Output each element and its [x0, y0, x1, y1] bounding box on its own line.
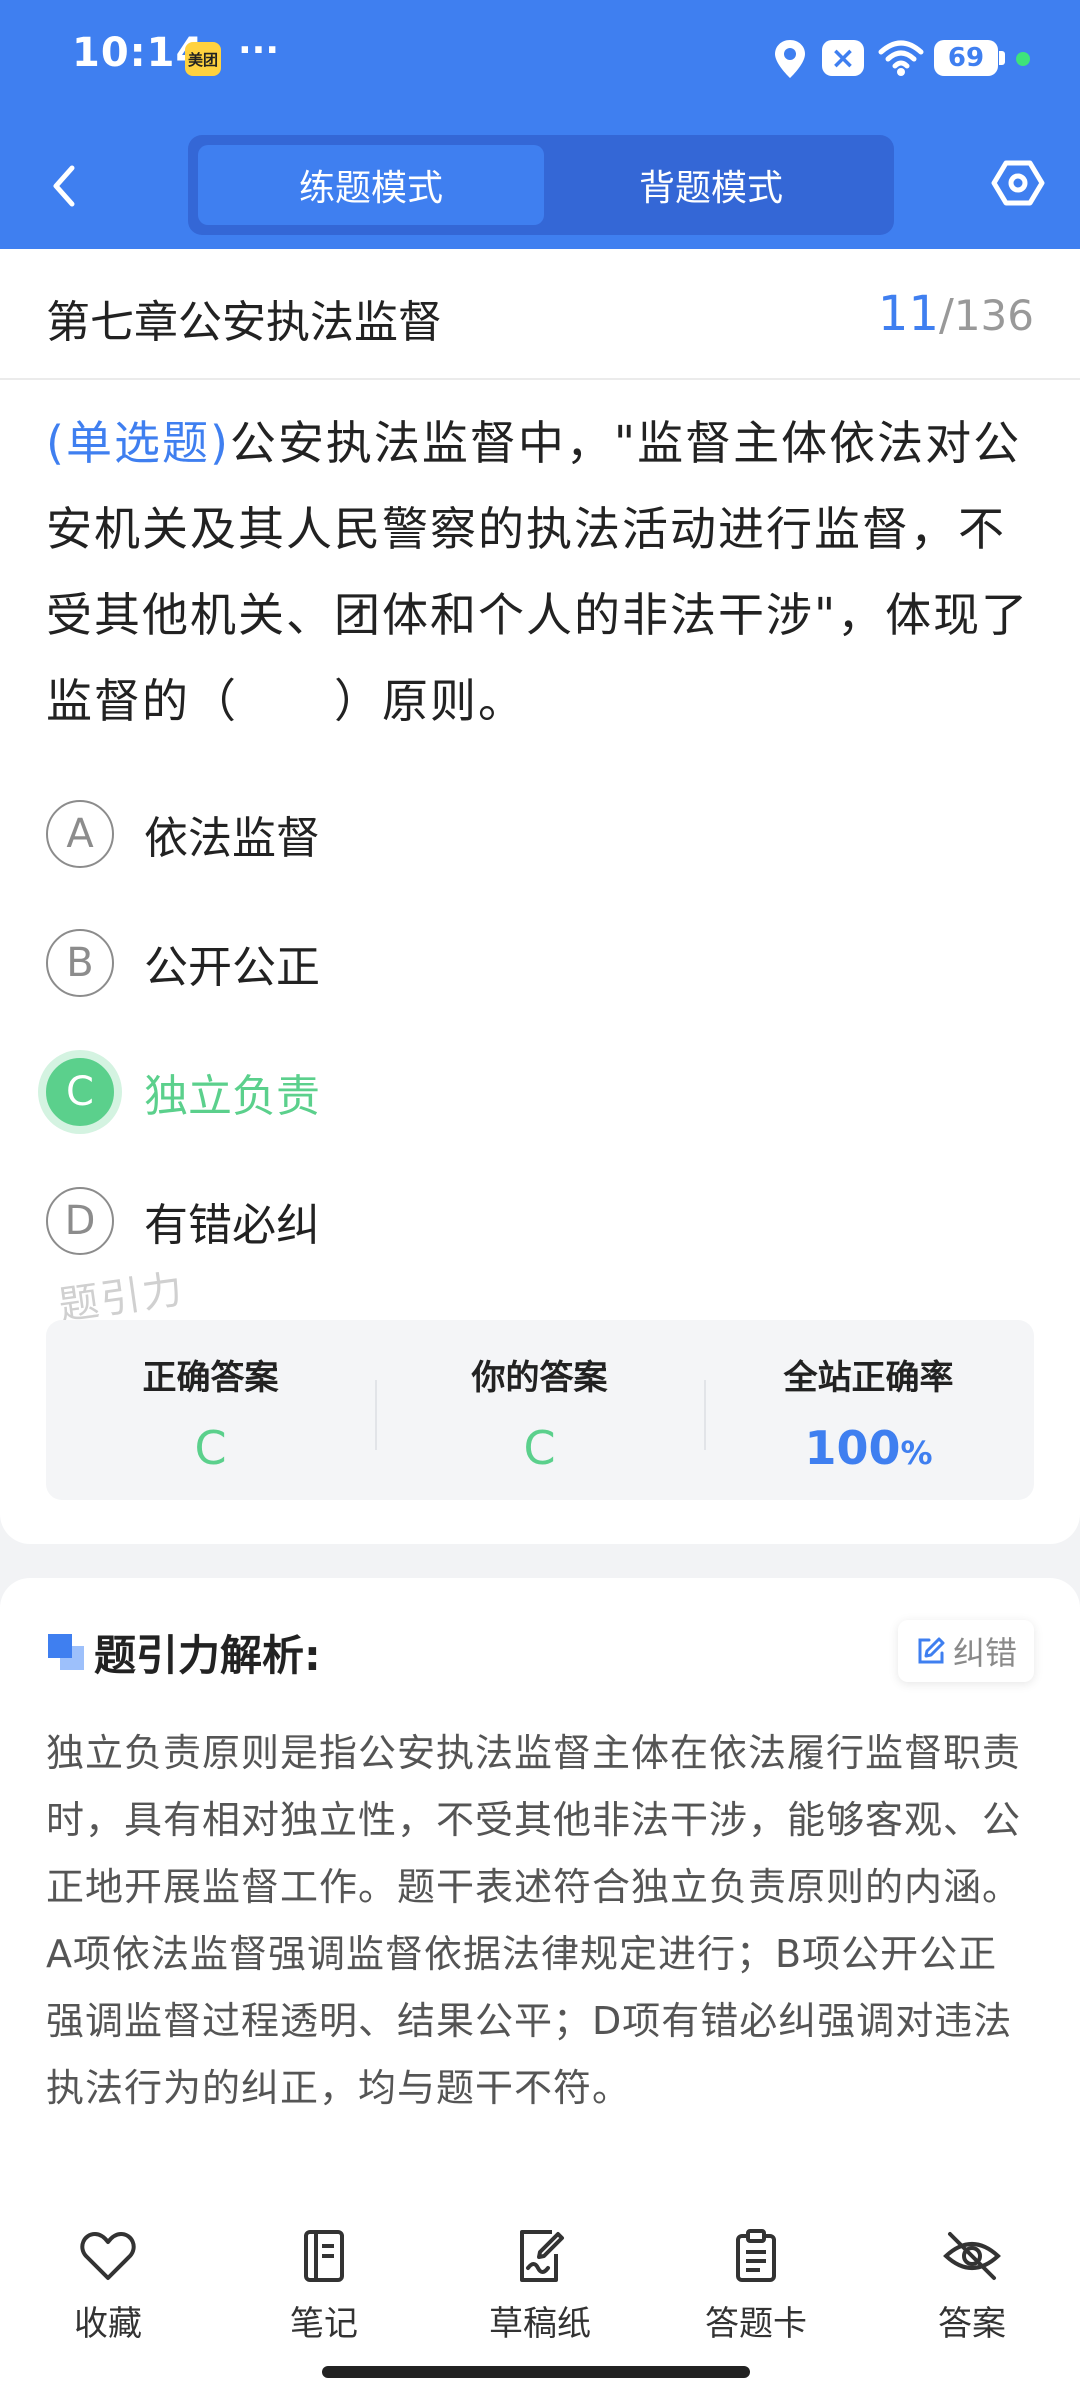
settings-button[interactable] — [990, 155, 1046, 215]
option-c[interactable]: C 独立负责 — [46, 1056, 320, 1128]
notebook-icon — [216, 2226, 432, 2286]
accuracy-rate-block: 全站正确率 100% — [704, 1320, 1033, 1500]
meituan-app-badge: 美团 — [185, 42, 221, 76]
notes-button[interactable]: 笔记 — [216, 2220, 432, 2350]
option-text: 依法监督 — [144, 813, 320, 864]
battery-icon: 69 — [934, 40, 1005, 76]
wifi-icon — [878, 38, 924, 82]
edit-icon — [918, 1637, 945, 1664]
show-answer-label: 答案 — [938, 2304, 1006, 2344]
question-stem: (单选题)公安执法监督中，"监督主体依法对公安机关及其人民警察的执法活动进行监督… — [46, 400, 1038, 744]
option-a[interactable]: A 依法监督 — [46, 798, 320, 870]
settings-icon — [991, 160, 1045, 206]
answer-card-label: 答题卡 — [705, 2304, 807, 2344]
notification-close-icon: × — [822, 40, 864, 76]
accuracy-rate-unit: % — [900, 1434, 933, 1472]
report-error-label: 纠错 — [952, 1634, 1017, 1672]
correct-answer-value: C — [194, 1421, 227, 1475]
analysis-title: 题引力解析: — [94, 1631, 321, 1680]
accuracy-rate-value: 100% — [704, 1421, 1033, 1475]
option-text: 公开公正 — [144, 942, 320, 993]
draft-paper-icon — [432, 2226, 648, 2286]
option-d[interactable]: D 有错必纠 — [46, 1185, 320, 1257]
current-question-number: 11 — [877, 286, 939, 342]
option-text: 有错必纠 — [144, 1200, 320, 1251]
favorite-label: 收藏 — [74, 2304, 142, 2344]
divider — [0, 378, 1080, 380]
back-arrow-icon — [53, 165, 75, 207]
total-question-count: 136 — [953, 291, 1034, 340]
your-answer-label: 你的答案 — [471, 1358, 608, 1398]
answer-card-icon — [648, 2226, 864, 2286]
answer-summary-panel: 正确答案 C 你的答案 C 全站正确率 100% — [46, 1320, 1034, 1500]
option-b[interactable]: B 公开公正 — [46, 927, 320, 999]
analysis-icon — [46, 1632, 86, 1672]
back-button[interactable] — [44, 156, 84, 216]
your-answer-value: C — [523, 1421, 556, 1475]
location-icon — [772, 38, 808, 84]
accuracy-rate-number: 100 — [804, 1421, 901, 1475]
bottom-toolbar: 收藏 笔记 草稿纸 答题卡 答案 — [0, 2220, 1080, 2360]
tab-memorize-mode[interactable]: 背题模式 — [538, 145, 884, 225]
accuracy-rate-label: 全站正确率 — [783, 1358, 954, 1398]
question-type-tag: (单选题) — [46, 416, 230, 470]
option-text: 独立负责 — [144, 1071, 320, 1122]
option-letter: C — [46, 1058, 114, 1126]
option-letter: A — [46, 800, 114, 868]
more-notifications-indicator: ··· — [238, 30, 280, 71]
option-letter: D — [46, 1187, 114, 1255]
correct-answer-block: 正确答案 C — [46, 1320, 375, 1500]
draft-paper-label: 草稿纸 — [489, 2304, 591, 2344]
active-indicator-dot — [1016, 52, 1030, 66]
home-indicator[interactable] — [322, 2366, 750, 2378]
draft-paper-button[interactable]: 草稿纸 — [432, 2220, 648, 2350]
chapter-title: 第七章公安执法监督 — [46, 297, 442, 348]
counter-separator: / — [939, 290, 954, 341]
answer-card-button[interactable]: 答题卡 — [648, 2220, 864, 2350]
show-answer-button[interactable]: 答案 — [864, 2220, 1080, 2350]
question-counter: 11/136 — [878, 286, 1034, 342]
correct-answer-label: 正确答案 — [142, 1358, 279, 1398]
notes-label: 笔记 — [290, 2304, 358, 2344]
eye-off-icon — [864, 2226, 1080, 2286]
report-error-button[interactable]: 纠错 — [898, 1620, 1034, 1682]
analysis-text: 独立负责原则是指公安执法监督主体在依法履行监督职责时，具有相对独立性，不受其他非… — [46, 1731, 1022, 2110]
option-letter: B — [46, 929, 114, 997]
status-bar: 10:14 美团 ··· × 69 — [0, 0, 1080, 120]
your-answer-block: 你的答案 C — [375, 1320, 704, 1500]
favorite-button[interactable]: 收藏 — [0, 2220, 216, 2350]
mode-switch: 练题模式 背题模式 — [188, 135, 894, 235]
heart-icon — [0, 2226, 216, 2286]
tab-practice-mode[interactable]: 练题模式 — [198, 145, 544, 225]
